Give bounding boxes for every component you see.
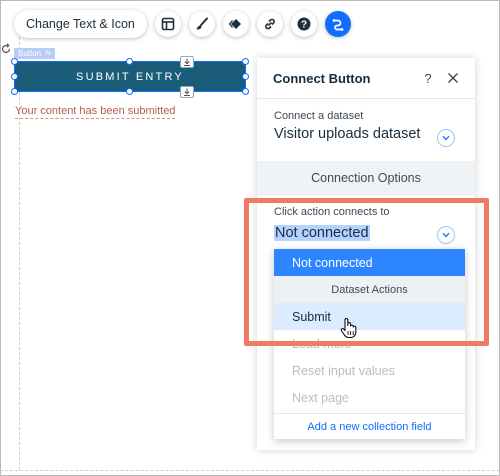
submit-entry-button[interactable]: SUBMIT ENTRY [15,62,245,91]
canvas-guide-horizontal [0,470,500,471]
resize-handle-bottom-left[interactable] [11,88,18,95]
resize-handle-top-left[interactable] [11,58,18,65]
element-toolbar: Change Text & Icon ? [14,10,351,38]
success-message-text[interactable]: Your content has been submitted [15,105,176,119]
highlight-rectangle [244,198,489,346]
layout-icon[interactable] [154,11,181,37]
close-icon[interactable] [447,72,459,84]
resize-handle-bottom-middle[interactable] [126,88,133,95]
link-icon[interactable] [256,11,283,37]
resize-handle-middle-left[interactable] [11,73,18,80]
animation-icon[interactable] [222,11,249,37]
rotate-icon[interactable] [0,43,12,55]
svg-text:?: ? [301,20,307,31]
element-type-tag: Button ⇆ [14,48,56,59]
panel-title: Connect Button [273,70,371,86]
change-text-icon-button[interactable]: Change Text & Icon [14,10,147,38]
element-tag-icon: ⇆ [45,50,52,57]
dropdown-option-reset-input-values[interactable]: Reset input values [274,357,465,384]
dataset-chevron-down-icon[interactable] [437,129,455,147]
element-type-label: Button [18,49,42,58]
resize-handle-top-middle[interactable] [126,58,133,65]
stretch-bottom-icon[interactable] [180,86,194,98]
add-collection-field-link[interactable]: Add a new collection field [274,413,465,439]
help-icon[interactable]: ? [290,11,317,37]
panel-header: Connect Button ? [257,58,475,99]
dataset-label: Connect a dataset [274,110,364,122]
connection-options-header: Connection Options [257,161,475,195]
paint-brush-icon[interactable] [188,11,215,37]
hand-pointer-cursor-icon [340,318,357,339]
panel-help-icon[interactable]: ? [419,71,437,86]
dropdown-option-next-page[interactable]: Next page [274,384,465,411]
resize-handle-bottom-right[interactable] [242,88,249,95]
connect-data-icon[interactable] [324,11,351,37]
stretch-top-icon[interactable] [180,56,194,68]
resize-handle-middle-right[interactable] [242,73,249,80]
resize-handle-top-right[interactable] [242,58,249,65]
